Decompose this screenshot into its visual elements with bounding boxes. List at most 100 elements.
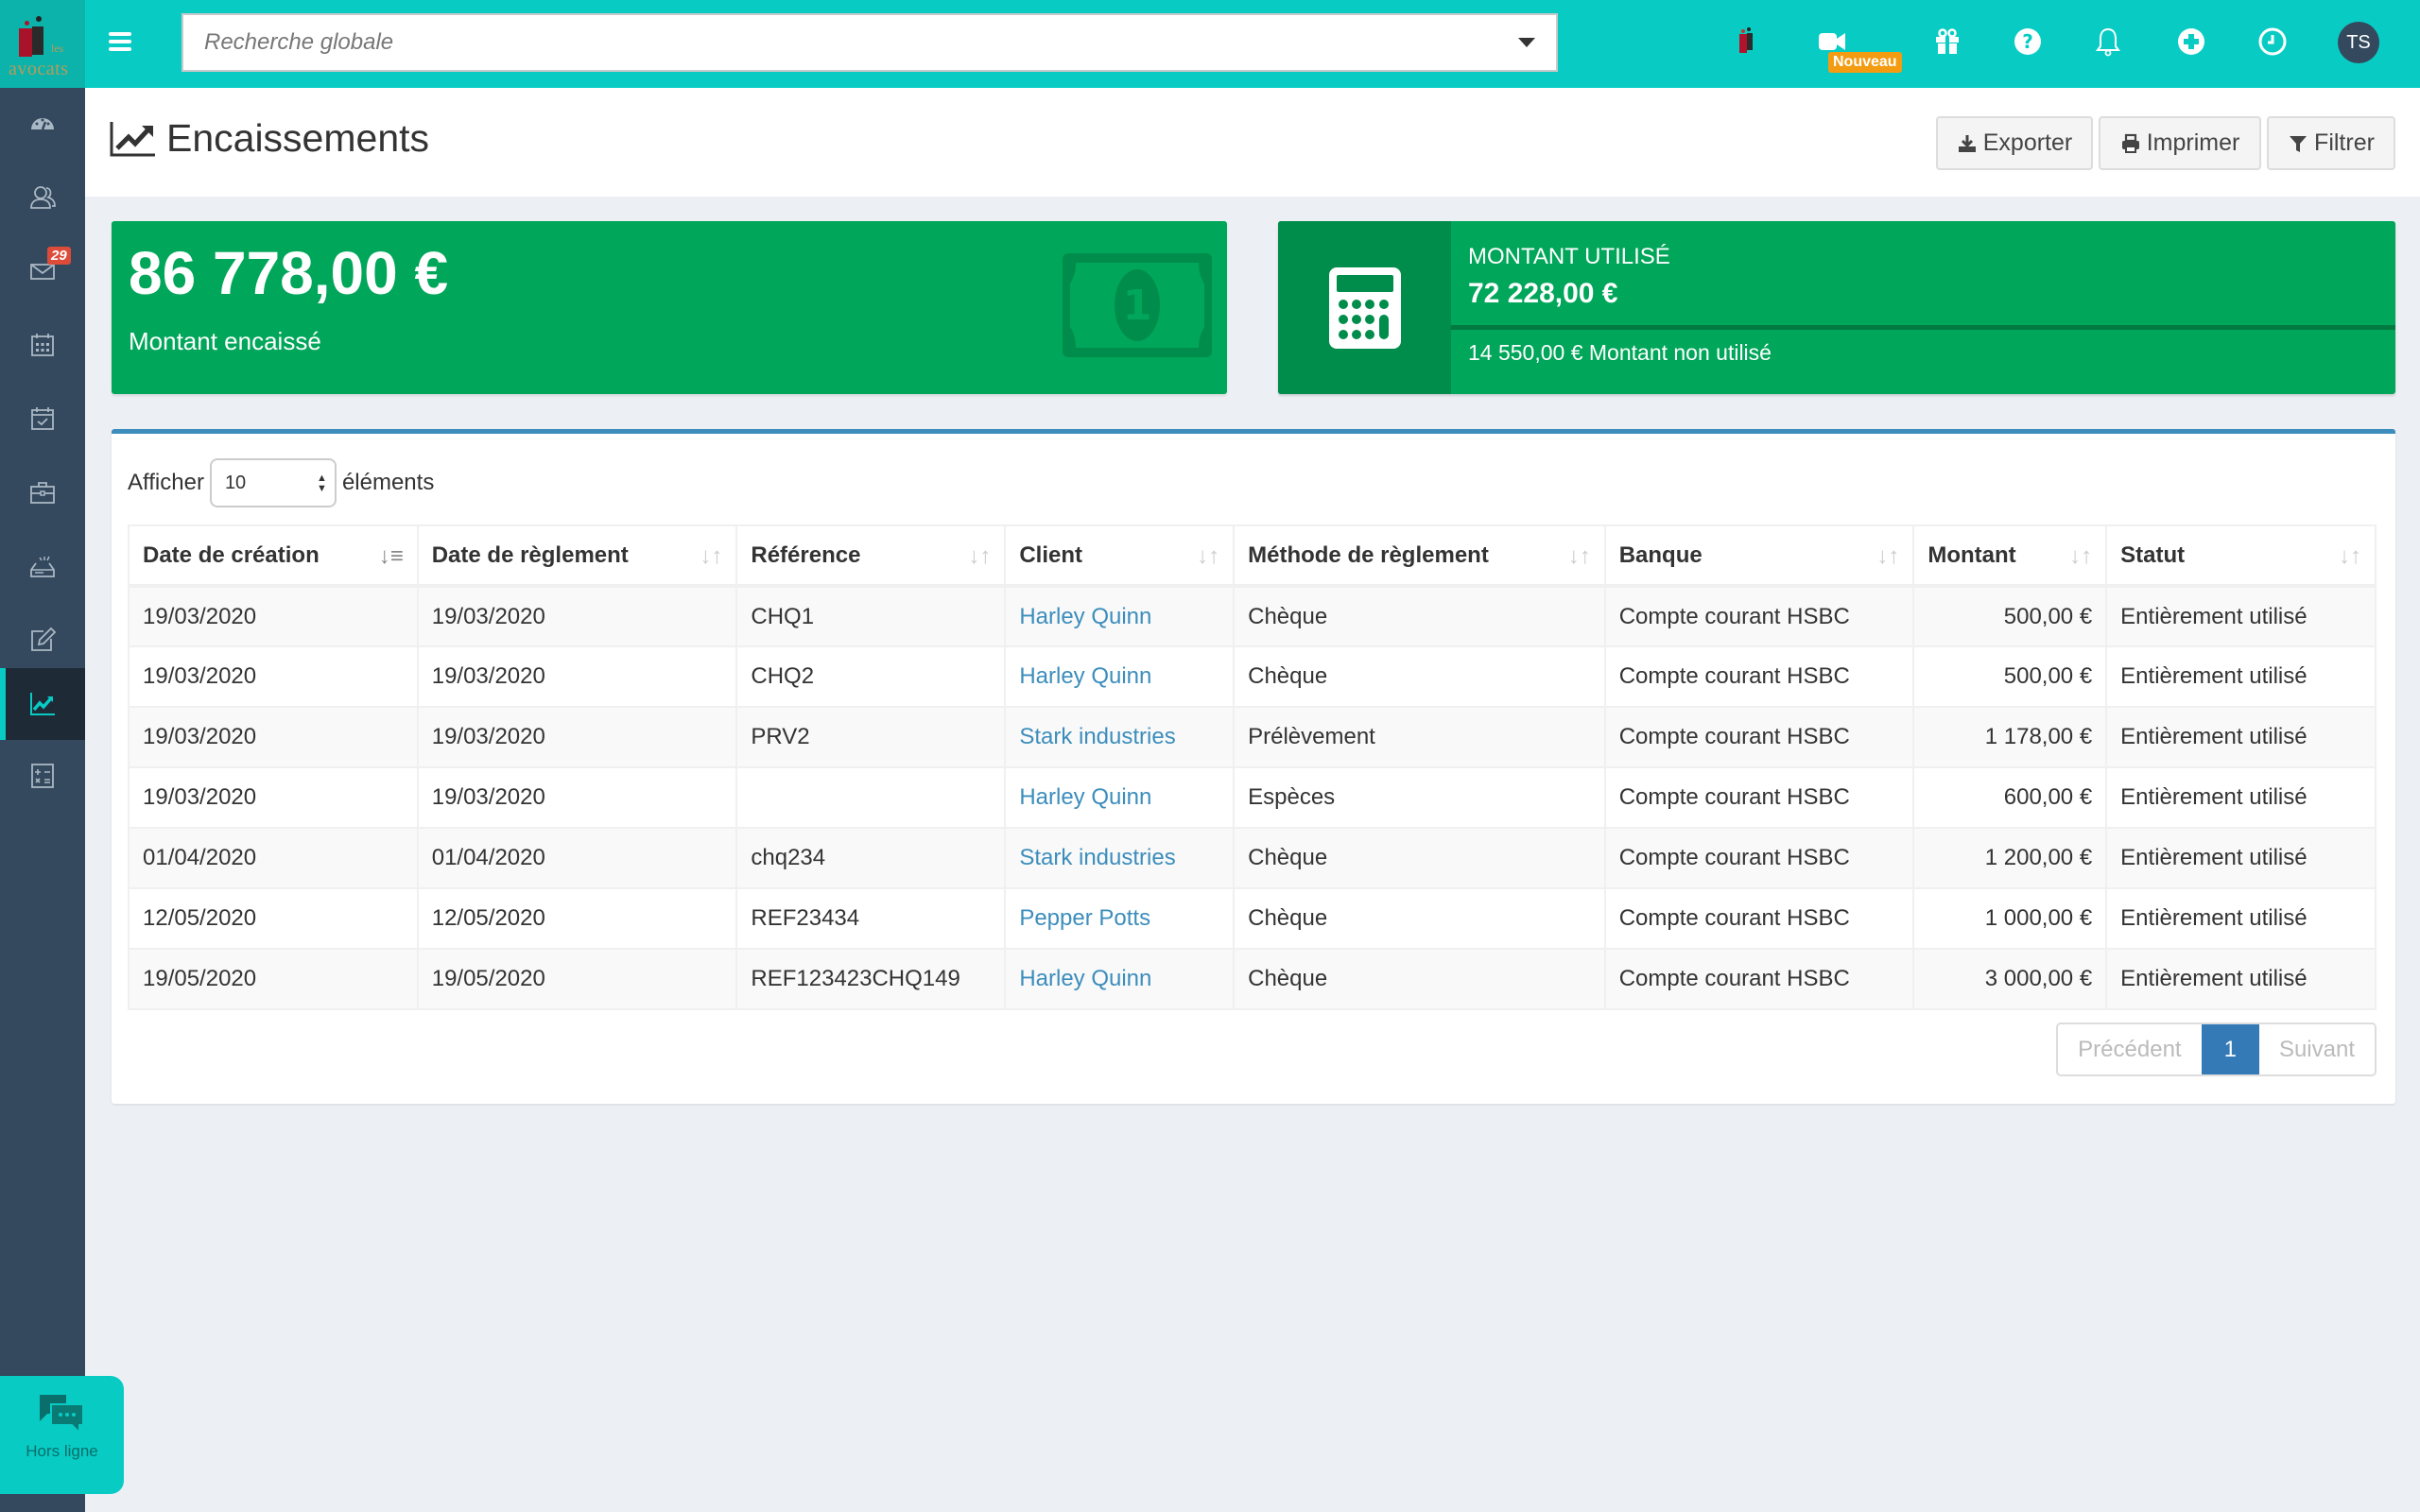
cell-client: Stark industries: [1004, 827, 1236, 889]
pagination-page-1[interactable]: 1: [2201, 1024, 2259, 1074]
print-label: Imprimer: [2146, 129, 2240, 156]
cell-paid: 19/03/2020: [416, 585, 738, 647]
client-link[interactable]: Harley Quinn: [1019, 663, 1151, 689]
cell-amount: 1 178,00 €: [1912, 706, 2108, 768]
column-header-bank[interactable]: Banque ↓↑: [1603, 524, 1915, 588]
used-amount-icon-box: [1278, 221, 1451, 394]
column-header-label: Banque: [1618, 541, 1703, 568]
column-header-paid[interactable]: Date de règlement ↓↑: [416, 524, 738, 588]
export-label: Exporter: [1982, 129, 2073, 156]
plus-circle-icon[interactable]: [2172, 23, 2210, 60]
logo-dot: [36, 16, 42, 22]
cell-method: Chèque: [1233, 645, 1606, 708]
svg-text:1: 1: [1123, 282, 1152, 330]
avocats-icon[interactable]: [1728, 23, 1766, 60]
global-search[interactable]: [182, 13, 1558, 72]
column-header-client[interactable]: Client ↓↑: [1004, 524, 1236, 588]
table-row: 19/03/2020 19/03/2020 PRV2 Stark industr…: [128, 706, 2377, 768]
bell-icon[interactable]: [2089, 23, 2127, 60]
cell-bank: Compte courant HSBC: [1603, 645, 1915, 708]
chat-widget[interactable]: Hors ligne: [0, 1376, 124, 1494]
page-length-suffix: éléments: [341, 470, 435, 495]
cell-reference: PRV2: [735, 706, 1007, 768]
cell-method: Chèque: [1233, 887, 1606, 950]
client-link[interactable]: Pepper Potts: [1019, 905, 1150, 931]
svg-text:?: ?: [2022, 30, 2033, 53]
sidebar-item-dashboard[interactable]: [0, 88, 85, 160]
hamburger-line: [109, 47, 131, 51]
help-icon[interactable]: ?: [2009, 23, 2047, 60]
client-link[interactable]: Harley Quinn: [1019, 604, 1151, 629]
new-badge: Nouveau: [1828, 52, 1902, 73]
client-link[interactable]: Harley Quinn: [1019, 966, 1151, 991]
cell-amount: 3 000,00 €: [1912, 948, 2108, 1010]
download-icon: [1958, 134, 1976, 152]
logo-text: avocats: [9, 59, 69, 79]
cell-created: 19/03/2020: [128, 706, 419, 768]
cell-method: Chèque: [1233, 827, 1606, 889]
chevron-down-icon[interactable]: [1518, 38, 1535, 47]
filter-label: Filtrer: [2314, 129, 2375, 156]
cell-bank: Compte courant HSBC: [1603, 887, 1915, 950]
column-header-created[interactable]: Date de création ↓≡: [128, 524, 419, 588]
sort-icon: ↓↑: [2069, 543, 2093, 569]
cell-client: Harley Quinn: [1004, 766, 1236, 829]
sidebar-item-calendar[interactable]: [0, 309, 85, 381]
logo-figure: [32, 26, 43, 55]
column-header-amount[interactable]: Montant ↓↑: [1912, 524, 2108, 588]
sidebar-item-encaissements[interactable]: [0, 668, 85, 740]
sort-icon: ↓↑: [1876, 543, 1900, 569]
pagination-previous[interactable]: Précédent: [2058, 1024, 2201, 1074]
column-header-label: Client: [1019, 541, 1082, 568]
cell-amount: 500,00 €: [1912, 585, 2108, 647]
cell-status: Entièrement utilisé: [2105, 706, 2377, 768]
global-search-input[interactable]: [183, 15, 1556, 70]
users-icon: [30, 186, 56, 209]
client-link[interactable]: Harley Quinn: [1019, 784, 1151, 810]
used-amount-progress-fill: [1451, 325, 2395, 330]
clock-icon[interactable]: [2254, 23, 2291, 60]
sidebar-item-messages[interactable]: [0, 235, 85, 307]
column-header-status[interactable]: Statut ↓↑: [2105, 524, 2377, 588]
column-header-reference[interactable]: Référence ↓↑: [735, 524, 1007, 588]
cell-reference: CHQ2: [735, 645, 1007, 708]
sidebar-item-tasks[interactable]: [0, 383, 85, 455]
client-link[interactable]: Stark industries: [1019, 724, 1175, 749]
page-title: Encaissements: [110, 116, 429, 161]
cell-paid: 12/05/2020: [416, 887, 738, 950]
cell-created: 19/05/2020: [128, 948, 419, 1010]
pagination-next[interactable]: Suivant: [2259, 1024, 2375, 1074]
cell-amount: 500,00 €: [1912, 645, 2108, 708]
hamburger-line: [109, 32, 131, 36]
used-amount-title: Montant utilisé: [1468, 244, 1670, 269]
table-row: 19/03/2020 19/03/2020 CHQ1 Harley Quinn …: [128, 585, 2377, 647]
sidebar-item-contacts[interactable]: [0, 162, 85, 233]
menu-toggle-button[interactable]: [109, 32, 131, 51]
edit-icon: [31, 627, 57, 651]
hamburger-line: [109, 40, 131, 43]
sidebar-item-edit[interactable]: [0, 604, 85, 676]
page-length-label: Afficher: [128, 470, 204, 495]
client-link[interactable]: Stark industries: [1019, 845, 1175, 870]
gift-icon[interactable]: [1928, 23, 1966, 60]
sidebar-item-cases[interactable]: [0, 456, 85, 528]
user-avatar[interactable]: TS: [2338, 22, 2379, 63]
export-button[interactable]: Exporter: [1936, 116, 2093, 170]
table-row: 19/03/2020 19/03/2020 CHQ2 Harley Quinn …: [128, 645, 2377, 708]
cell-client: Pepper Potts: [1004, 887, 1236, 950]
sidebar-item-inbox[interactable]: [0, 530, 85, 602]
calculator-icon: [31, 764, 54, 788]
column-header-method[interactable]: Méthode de règlement ↓↑: [1233, 524, 1606, 588]
sidebar-item-calculator[interactable]: [0, 740, 85, 812]
app-logo[interactable]: les avocats: [0, 0, 85, 88]
print-button[interactable]: Imprimer: [2099, 116, 2261, 170]
cell-status: Entièrement utilisé: [2105, 766, 2377, 829]
page-length-select[interactable]: 10 ▲ ▼: [209, 458, 337, 507]
cell-reference: REF23434: [735, 887, 1007, 950]
filter-icon: [2290, 135, 2308, 152]
filter-button[interactable]: Filtrer: [2267, 116, 2395, 170]
unused-amount-description: 14 550,00 € Montant non utilisé: [1468, 340, 1772, 365]
print-icon: [2121, 133, 2139, 153]
cell-paid: 19/03/2020: [416, 766, 738, 829]
table-row: 12/05/2020 12/05/2020 REF23434 Pepper Po…: [128, 887, 2377, 950]
